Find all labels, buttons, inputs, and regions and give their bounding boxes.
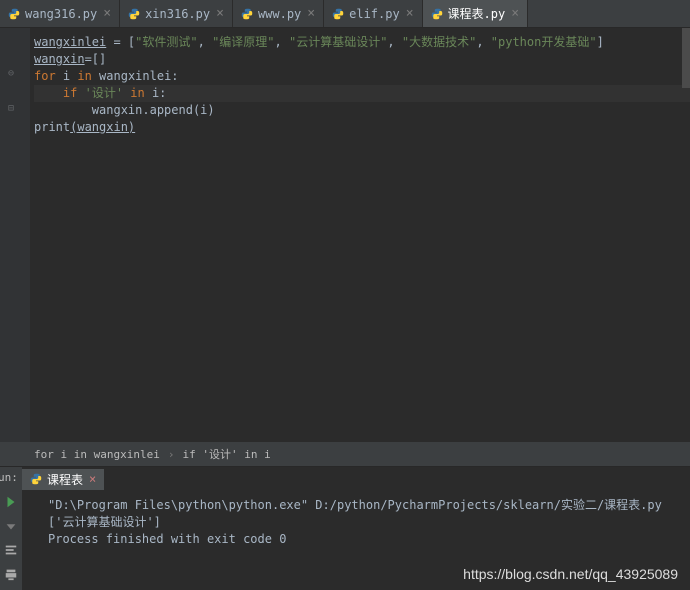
- fold-end-icon[interactable]: ⊟: [8, 103, 14, 114]
- tab-elif[interactable]: elif.py ×: [324, 0, 422, 27]
- tab-label: 课程表.py: [448, 5, 506, 22]
- python-icon: [431, 8, 443, 20]
- run-panel: un: 课程表× "D:\Program Files\python\python…: [0, 466, 690, 590]
- tab-kecheng[interactable]: 课程表.py ×: [423, 0, 529, 27]
- close-icon[interactable]: ×: [406, 6, 414, 21]
- tab-label: wang316.py: [25, 7, 97, 21]
- console-line: ['云计算基础设计']: [48, 514, 682, 531]
- tab-label: xin316.py: [145, 7, 210, 21]
- python-icon: [30, 473, 42, 485]
- editor-tabs: wang316.py× xin316.py× www.py× elif.py× …: [0, 0, 690, 28]
- close-icon[interactable]: ×: [511, 6, 519, 21]
- python-icon: [128, 8, 140, 20]
- fold-icon[interactable]: ⊖: [8, 68, 14, 79]
- console-line: Process finished with exit code 0: [48, 531, 682, 548]
- run-tab[interactable]: 课程表×: [22, 469, 104, 490]
- close-icon[interactable]: ×: [216, 6, 224, 21]
- code-line: for i in wangxinlei:: [34, 68, 690, 85]
- code-line: print(wangxin): [34, 119, 690, 136]
- close-icon[interactable]: ×: [103, 6, 111, 21]
- tab-wang316[interactable]: wang316.py ×: [0, 0, 120, 27]
- print-icon[interactable]: [4, 567, 18, 581]
- code-editor[interactable]: ⊖ ⊟ wangxinlei = ["软件测试", "编译原理", "云计算基础…: [0, 28, 690, 442]
- run-toolbar: [0, 467, 22, 590]
- gutter: ⊖ ⊟: [0, 28, 30, 442]
- run-label: un:: [0, 471, 18, 484]
- crumb[interactable]: if '设计' in i: [182, 446, 270, 462]
- tab-label: elif.py: [349, 7, 400, 21]
- breadcrumb[interactable]: for i in wangxinlei › if '设计' in i: [0, 442, 690, 466]
- tab-www[interactable]: www.py ×: [233, 0, 324, 27]
- code-line: if '设计' in i:: [34, 85, 690, 102]
- rerun-icon[interactable]: [4, 495, 18, 509]
- wrap-icon[interactable]: [4, 543, 18, 557]
- python-icon: [241, 8, 253, 20]
- crumb[interactable]: for i in wangxinlei: [34, 448, 160, 461]
- tab-label: www.py: [258, 7, 301, 21]
- python-icon: [8, 8, 20, 20]
- console-line: "D:\Program Files\python\python.exe" D:/…: [48, 497, 682, 514]
- scrollbar[interactable]: [682, 28, 690, 88]
- code-area[interactable]: wangxinlei = ["软件测试", "编译原理", "云计算基础设计",…: [0, 28, 690, 136]
- tab-xin316[interactable]: xin316.py ×: [120, 0, 233, 27]
- close-icon[interactable]: ×: [307, 6, 315, 21]
- code-line: wangxin=[]: [34, 51, 690, 68]
- run-tabs: 课程表×: [22, 467, 104, 491]
- python-icon: [332, 8, 344, 20]
- chevron-right-icon: ›: [168, 448, 175, 461]
- close-icon[interactable]: ×: [89, 472, 96, 486]
- code-line: wangxinlei = ["软件测试", "编译原理", "云计算基础设计",…: [34, 34, 690, 51]
- down-arrow-icon[interactable]: [4, 519, 18, 533]
- watermark: https://blog.csdn.net/qq_43925089: [463, 566, 678, 582]
- code-line: wangxin.append(i): [34, 102, 690, 119]
